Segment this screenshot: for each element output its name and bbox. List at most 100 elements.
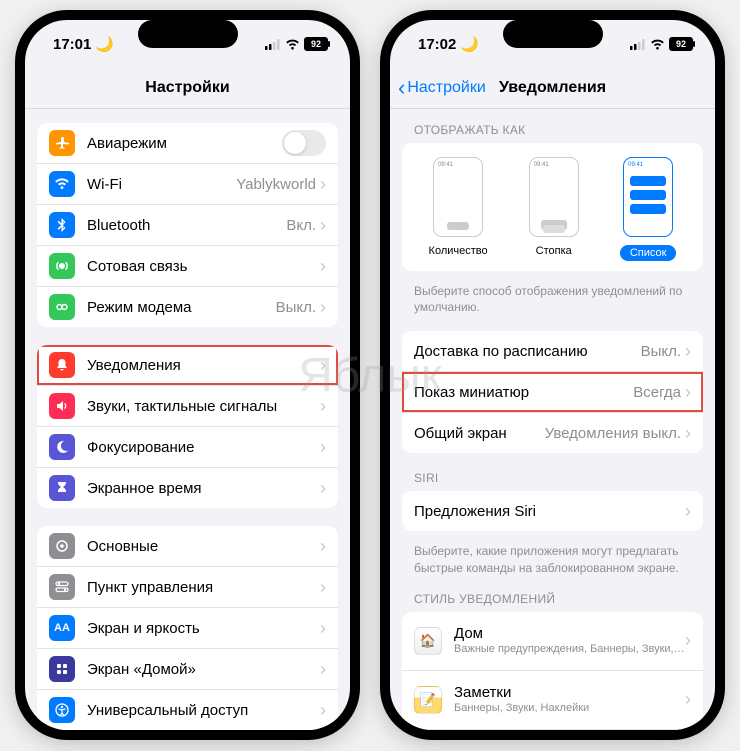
row-label: Основные [87,538,320,555]
row-label: Доставка по расписанию [414,343,641,360]
group-siri: Предложения Siri › [402,491,703,531]
row-value: Выкл. [641,343,681,360]
row-label: Универсальный доступ [87,702,320,719]
cellular-icon [49,253,75,279]
row-siri-suggestions[interactable]: Предложения Siri › [402,491,703,531]
phone-left: 17:01 🌙 92 Настройки Авиарежим [15,10,360,740]
group-apps: 🏠 Дом Важные предупреждения, Баннеры, Зв… [402,612,703,730]
moon-icon: 🌙 [95,35,114,53]
chevron-left-icon: ‹ [398,75,405,101]
hotspot-icon [49,294,75,320]
row-label: Wi-Fi [87,176,236,193]
chevron-icon: › [685,341,691,362]
nav-bar: ‹ Настройки Уведомления [390,68,715,109]
row-screentime[interactable]: Экранное время › [37,468,338,508]
app-sub: Баннеры, Звуки, Наклейки [454,702,685,715]
row-airplane[interactable]: Авиарежим [37,123,338,164]
display-option-count[interactable]: 09:41 Количество [429,157,488,261]
chevron-icon: › [320,174,326,195]
accessibility-icon [49,697,75,723]
app-icon: 📝 [414,686,442,714]
dynamic-island [503,20,603,48]
chevron-icon: › [685,423,691,444]
app-icon: 🏠 [414,627,442,655]
status-time: 17:02 [418,36,456,53]
row-value: Вкл. [286,217,316,234]
opt-label: Количество [429,245,488,257]
airplane-toggle[interactable] [282,130,326,156]
battery-icon: 92 [669,37,693,51]
chevron-icon: › [320,618,326,639]
back-label: Настройки [407,79,485,97]
row-sounds[interactable]: Звуки, тактильные сигналы › [37,386,338,427]
row-accessibility[interactable]: Универсальный доступ › [37,690,338,730]
gear-icon [49,533,75,559]
app-sub: Важные предупреждения, Баннеры, Звуки,… [454,643,685,656]
row-show-previews[interactable]: Показ миниатюр Всегда › [402,372,703,413]
bluetooth-icon [49,212,75,238]
app-row-home[interactable]: 🏠 Дом Важные предупреждения, Баннеры, Зв… [402,612,703,671]
back-button[interactable]: ‹ Настройки [398,75,486,101]
row-general[interactable]: Основные › [37,526,338,567]
chevron-icon: › [320,536,326,557]
group-display-as: 09:41 Количество 09:41 Стопка 09:41 Спис… [402,143,703,271]
page-title: Настройки [145,79,229,97]
nav-bar: Настройки [25,68,350,109]
chevron-icon: › [320,215,326,236]
bell-icon [49,352,75,378]
row-label: Экран «Домой» [87,661,320,678]
chevron-icon: › [320,659,326,680]
row-display[interactable]: AA Экран и яркость › [37,608,338,649]
switches-icon [49,574,75,600]
chevron-icon: › [685,501,691,522]
display-option-stack[interactable]: 09:41 Стопка [529,157,579,261]
battery-icon: 92 [304,37,328,51]
section-header-siri: SIRI [402,471,703,491]
airplane-icon [49,130,75,156]
row-label: Пункт управления [87,579,320,596]
home-icon [49,656,75,682]
content[interactable]: ОТОБРАЖАТЬ КАК 09:41 Количество 09:41 Ст… [390,109,715,730]
app-row-notes[interactable]: 📝 Заметки Баннеры, Звуки, Наклейки › [402,671,703,730]
row-label: Режим модема [87,299,276,316]
wifi-icon [650,39,665,50]
chevron-icon: › [320,700,326,721]
row-label: Экранное время [87,480,320,497]
app-name: Дом [454,625,685,643]
row-notifications[interactable]: Уведомления › [37,345,338,386]
group-connectivity: Авиарежим Wi-Fi Yablykworld › Bluetooth … [37,123,338,327]
row-label: Фокусирование [87,439,320,456]
opt-label: Стопка [529,245,579,257]
row-value: Выкл. [276,299,316,316]
display-option-list[interactable]: 09:41 Список [620,157,677,261]
group-delivery: Доставка по расписанию Выкл. › Показ мин… [402,331,703,453]
row-screen-sharing[interactable]: Общий экран Уведомления выкл. › [402,413,703,453]
page-title: Уведомления [499,79,606,97]
row-label: Авиарежим [87,135,282,152]
row-cellular[interactable]: Сотовая связь › [37,246,338,287]
row-value: Yablykworld [236,176,316,193]
moon-icon [49,434,75,460]
aa-icon: AA [49,615,75,641]
row-homescreen[interactable]: Экран «Домой» › [37,649,338,690]
row-focus[interactable]: Фокусирование › [37,427,338,468]
moon-icon: 🌙 [460,35,479,53]
row-bluetooth[interactable]: Bluetooth Вкл. › [37,205,338,246]
row-scheduled-delivery[interactable]: Доставка по расписанию Выкл. › [402,331,703,372]
chevron-icon: › [320,437,326,458]
content[interactable]: Авиарежим Wi-Fi Yablykworld › Bluetooth … [25,109,350,730]
signal-icon [265,39,281,50]
row-label: Показ миниатюр [414,384,633,401]
chevron-icon: › [320,577,326,598]
row-wifi[interactable]: Wi-Fi Yablykworld › [37,164,338,205]
mini-time: 09:41 [628,162,643,168]
app-name: Заметки [454,684,685,702]
section-footer-siri: Выберите, какие приложения могут предлаг… [402,537,703,591]
status-time: 17:01 [53,36,91,53]
group-notifications: Уведомления › Звуки, тактильные сигналы … [37,345,338,508]
row-controlcenter[interactable]: Пункт управления › [37,567,338,608]
row-label: Звуки, тактильные сигналы [87,398,320,415]
wifi-icon [285,39,300,50]
group-general: Основные › Пункт управления › AA Экран и… [37,526,338,730]
row-hotspot[interactable]: Режим модема Выкл. › [37,287,338,327]
